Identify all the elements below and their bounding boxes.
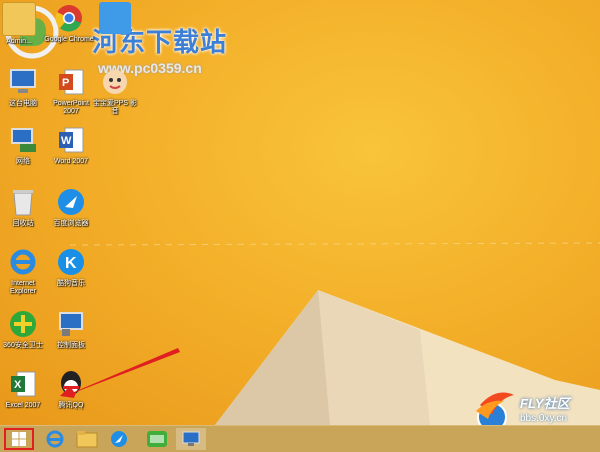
360-safe-icon — [7, 308, 39, 340]
folder-icon — [2, 2, 36, 36]
svg-text:X: X — [14, 379, 22, 391]
desktop-icon-computer[interactable]: 这台电脑 — [0, 66, 48, 108]
powerpoint-icon: P — [55, 66, 87, 98]
file-explorer-taskbar-button[interactable] — [72, 428, 102, 450]
computer-icon — [7, 66, 39, 98]
desktop-icon-excel[interactable]: X Excel 2007 — [0, 368, 48, 410]
desktop-icon-label: Admin... — [6, 38, 32, 45]
desktop-icon-label: 控制面板 — [57, 342, 85, 349]
excel-icon: X — [7, 368, 39, 400]
desktop-icon-qq[interactable]: 腾讯QQ — [46, 368, 96, 410]
ie-icon — [46, 430, 64, 448]
desktop-icon-label: Google Chrome — [44, 36, 94, 43]
svg-text:K: K — [65, 255, 77, 272]
desktop-icon-label: 360安全卫士 — [3, 342, 43, 349]
baby-app-icon — [99, 66, 131, 98]
recycle-bin-icon — [7, 186, 39, 218]
windows-logo-icon — [12, 432, 26, 446]
desktop-icon-word[interactable]: W Word 2007 — [46, 124, 96, 166]
compass-icon — [111, 431, 127, 447]
watermark-fly: FLY社区 bbs.0xy.cn — [470, 385, 598, 425]
desktop-icon-label: Word 2007 — [53, 158, 89, 165]
desktop-icon-pps[interactable]: 宝宝爱PPS 影音 — [90, 66, 140, 116]
desktop-icon-recycle[interactable]: 回收站 — [0, 186, 48, 228]
desktop-icon-label: PowerPoint 2007 — [53, 100, 89, 115]
folder-icon — [76, 431, 98, 448]
desktop-icon-kugou[interactable]: K 酷狗音乐 — [46, 246, 96, 288]
desktop-icon-admin[interactable]: Admin... — [0, 2, 44, 46]
svg-text:W: W — [61, 135, 72, 147]
fly-url: bbs.0xy.cn — [520, 413, 568, 424]
control-panel-icon — [55, 308, 87, 340]
desktop-icon-powerpoint[interactable]: P PowerPoint 2007 — [46, 66, 96, 116]
desktop-icon-360[interactable]: 360安全卫士 — [0, 308, 48, 350]
iqiyi-icon — [147, 431, 167, 447]
browser-taskbar-button[interactable] — [104, 428, 134, 450]
blue-app-icon — [99, 2, 131, 34]
desktop-icon-ie[interactable]: Internet Explorer — [0, 246, 48, 296]
word-icon: W — [55, 124, 87, 156]
desktop-icon-browser[interactable]: 百度浏览器 — [46, 186, 96, 228]
fly-title: FLY社区 — [520, 396, 570, 411]
desktop: 河东下载站 www.pc0359.cn Admin... 这台电脑 网络 回收站… — [0, 0, 600, 425]
desktop-icon-label: Internet Explorer — [9, 280, 37, 295]
desktop-icon-label: 腾讯QQ — [58, 402, 84, 409]
desktop-icon-label: Excel 2007 — [5, 402, 41, 409]
control-panel-icon — [182, 431, 200, 446]
desktop-icon-label: 网络 — [16, 158, 30, 165]
desktop-icon-blue-app[interactable] — [90, 2, 140, 36]
svg-text:P: P — [62, 77, 69, 89]
kugou-icon: K — [55, 246, 87, 278]
qq-icon — [55, 368, 87, 400]
desktop-icon-chrome[interactable]: Google Chrome — [44, 2, 94, 44]
desktop-icon-network[interactable]: 网络 — [0, 124, 48, 166]
chrome-icon — [53, 2, 85, 34]
browser-icon — [55, 186, 87, 218]
desktop-icon-label: 回收站 — [12, 220, 34, 227]
iqiyi-taskbar-button[interactable] — [142, 428, 172, 450]
ie-icon — [7, 246, 39, 278]
ie-taskbar-button[interactable] — [40, 428, 70, 450]
taskbar — [0, 425, 600, 452]
desktop-icon-control[interactable]: 控制面板 — [46, 308, 96, 350]
desktop-icon-label: 宝宝爱PPS 影音 — [93, 100, 137, 115]
control-panel-taskbar-button[interactable] — [176, 428, 206, 450]
network-icon — [7, 124, 39, 156]
start-button[interactable] — [4, 428, 34, 450]
desktop-icon-label: 这台电脑 — [9, 100, 37, 107]
desktop-icon-label: 百度浏览器 — [53, 220, 89, 227]
desktop-icon-label: 酷狗音乐 — [57, 280, 85, 287]
fly-logo-icon — [476, 392, 514, 425]
